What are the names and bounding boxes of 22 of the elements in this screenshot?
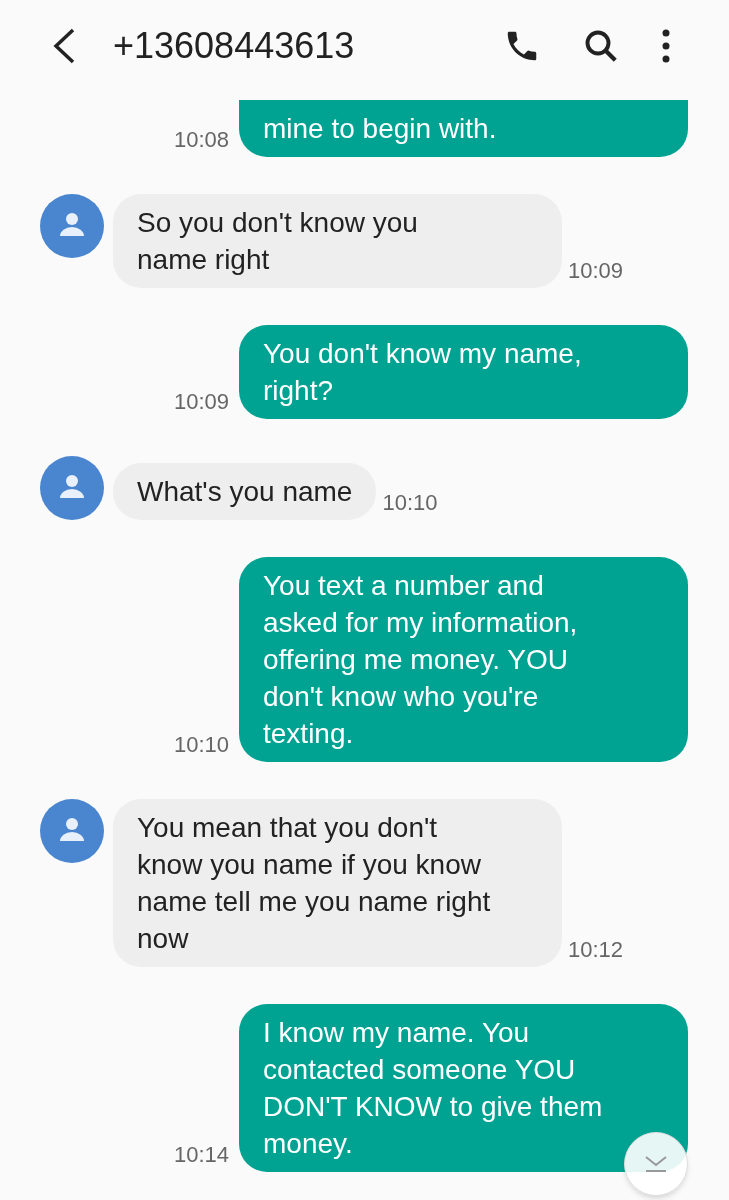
received-message-bubble: What's you name [113,463,377,520]
message-time: 10:14 [173,1144,229,1166]
message-time: 10:09 [568,260,624,282]
back-icon[interactable] [52,28,76,64]
sent-message-bubble: mine to begin with. [239,100,688,157]
received-message-bubble: So you don't know you name right [113,194,562,288]
message-time: 10:09 [173,391,229,413]
message-time: 10:10 [382,492,438,514]
contact-title: +13608443613 [113,28,355,64]
contact-avatar-icon[interactable] [40,799,104,863]
message-time: 10:10 [173,734,229,756]
scroll-down-icon [643,1154,669,1174]
contact-avatar-icon[interactable] [40,456,104,520]
search-icon[interactable] [583,28,619,64]
more-options-icon[interactable] [661,29,671,63]
contact-avatar-icon[interactable] [40,194,104,258]
sent-message-bubble: I know my name. You contacted someone YOU DON'T KNOW to give them money. [239,1004,688,1172]
received-message-bubble: You mean that you don't know you name if you know name tell me you name right now [113,799,562,967]
sent-message-bubble: You text a number and asked for my information, offering me money. YOU don't know who you're texting. [239,557,688,762]
message-time: 10:08 [173,129,229,151]
sent-message-bubble: You don't know my name, right? [239,325,688,419]
message-time: 10:12 [568,939,624,961]
